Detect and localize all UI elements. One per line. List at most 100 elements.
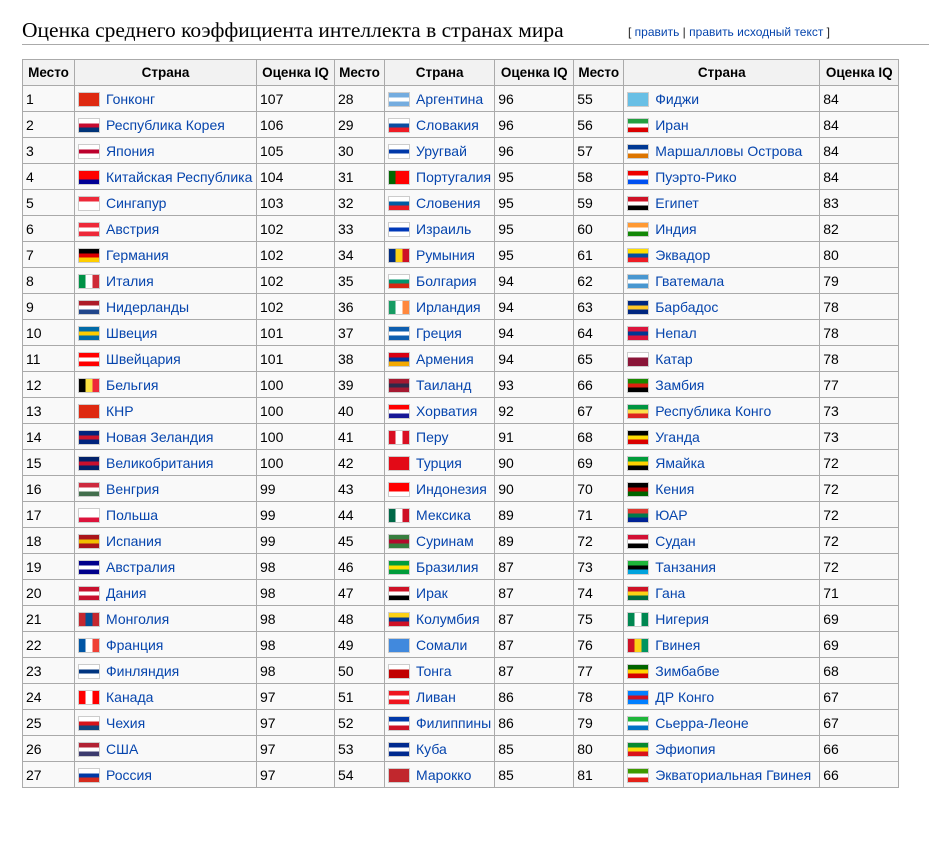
country-link[interactable]: Китайская Республика [106, 169, 252, 185]
cg-flag-icon[interactable] [627, 403, 650, 419]
country-link[interactable]: Барбадос [655, 299, 718, 315]
gn-flag-icon[interactable] [627, 637, 650, 653]
ug-flag-icon[interactable] [627, 429, 650, 445]
col-header-country[interactable]: Страна [74, 59, 257, 86]
country-link[interactable]: Бразилия [416, 559, 478, 575]
il-flag-icon[interactable] [388, 221, 410, 237]
th-flag-icon[interactable] [388, 377, 410, 393]
country-link[interactable]: Филиппины [416, 715, 491, 731]
pl-flag-icon[interactable] [78, 507, 100, 523]
ie-flag-icon[interactable] [388, 299, 410, 315]
so-flag-icon[interactable] [388, 637, 410, 653]
lb-flag-icon[interactable] [388, 689, 410, 705]
edit-source-link[interactable]: править исходный текст [689, 25, 823, 39]
country-link[interactable]: Перу [416, 429, 448, 445]
country-link[interactable]: Катар [655, 351, 692, 367]
country-link[interactable]: Египет [655, 195, 699, 211]
gb-flag-icon[interactable] [78, 455, 100, 471]
fj-flag-icon[interactable] [627, 91, 650, 107]
col-header-rank[interactable]: Место [334, 59, 385, 86]
country-link[interactable]: Гана [655, 585, 685, 601]
country-link[interactable]: Израиль [416, 221, 471, 237]
country-link[interactable]: Непал [655, 325, 696, 341]
id-flag-icon[interactable] [388, 481, 410, 497]
za-flag-icon[interactable] [627, 507, 650, 523]
country-link[interactable]: ЮАР [655, 507, 687, 523]
gh-flag-icon[interactable] [627, 585, 650, 601]
country-link[interactable]: Швеция [106, 325, 157, 341]
col-header-iq[interactable]: Оценка IQ [494, 59, 575, 86]
country-link[interactable]: Бельгия [106, 377, 158, 393]
gr-flag-icon[interactable] [388, 325, 410, 341]
country-link[interactable]: Индия [655, 221, 696, 237]
tr-flag-icon[interactable] [388, 455, 410, 471]
country-link[interactable]: Пуэрто-Рико [655, 169, 736, 185]
country-link[interactable]: Италия [106, 273, 154, 289]
ro-flag-icon[interactable] [388, 247, 410, 263]
iq-flag-icon[interactable] [388, 585, 410, 601]
country-link[interactable]: Нидерланды [106, 299, 189, 315]
country-link[interactable]: Кения [655, 481, 694, 497]
country-link[interactable]: Россия [106, 767, 152, 783]
country-link[interactable]: Германия [106, 247, 169, 263]
nl-flag-icon[interactable] [78, 299, 100, 315]
country-link[interactable]: Замбия [655, 377, 704, 393]
hr-flag-icon[interactable] [388, 403, 410, 419]
col-header-country[interactable]: Страна [383, 59, 496, 86]
eg-flag-icon[interactable] [627, 195, 650, 211]
country-link[interactable]: Канада [106, 689, 153, 705]
country-link[interactable]: Австрия [106, 221, 159, 237]
country-link[interactable]: Куба [416, 741, 447, 757]
gq-flag-icon[interactable] [627, 767, 650, 783]
bg-flag-icon[interactable] [388, 273, 410, 289]
country-link[interactable]: Эквадор [655, 247, 710, 263]
country-link[interactable]: Гвинея [655, 637, 700, 653]
col-header-iq[interactable]: Оценка IQ [256, 59, 335, 86]
country-link[interactable]: Гонконг [106, 91, 155, 107]
tw-flag-icon[interactable] [78, 169, 100, 185]
country-link[interactable]: Ливан [416, 689, 456, 705]
ca-flag-icon[interactable] [78, 689, 100, 705]
country-link[interactable]: Чехия [106, 715, 145, 731]
np-flag-icon[interactable] [627, 325, 650, 341]
country-link[interactable]: Ирландия [416, 299, 481, 315]
to-flag-icon[interactable] [388, 663, 410, 679]
country-link[interactable]: Гватемала [655, 273, 724, 289]
country-link[interactable]: Финляндия [106, 663, 179, 679]
country-link[interactable]: Армения [416, 351, 474, 367]
pr-flag-icon[interactable] [627, 169, 650, 185]
gt-flag-icon[interactable] [627, 273, 650, 289]
country-link[interactable]: Великобритания [106, 455, 214, 471]
country-link[interactable]: Греция [416, 325, 462, 341]
country-link[interactable]: Болгария [416, 273, 477, 289]
country-link[interactable]: Таиланд [416, 377, 471, 393]
jp-flag-icon[interactable] [78, 143, 100, 159]
country-link[interactable]: Марокко [416, 767, 471, 783]
au-flag-icon[interactable] [78, 559, 100, 575]
us-flag-icon[interactable] [78, 741, 100, 757]
country-link[interactable]: Сомали [416, 637, 467, 653]
br-flag-icon[interactable] [388, 559, 410, 575]
country-link[interactable]: Новая Зеландия [106, 429, 213, 445]
ec-flag-icon[interactable] [627, 247, 650, 263]
mh-flag-icon[interactable] [627, 143, 650, 159]
qa-flag-icon[interactable] [627, 351, 650, 367]
dk-flag-icon[interactable] [78, 585, 100, 601]
sd-flag-icon[interactable] [627, 533, 650, 549]
country-link[interactable]: Швейцария [106, 351, 181, 367]
cn-flag-icon[interactable] [78, 403, 100, 419]
kr-flag-icon[interactable] [78, 117, 100, 133]
country-link[interactable]: Республика Корея [106, 117, 225, 133]
bb-flag-icon[interactable] [627, 299, 650, 315]
country-link[interactable]: КНР [106, 403, 134, 419]
country-link[interactable]: Экваториальная Гвинея [655, 767, 811, 783]
country-link[interactable]: Республика Конго [655, 403, 771, 419]
zw-flag-icon[interactable] [627, 663, 650, 679]
country-link[interactable]: Иран [655, 117, 688, 133]
ph-flag-icon[interactable] [388, 715, 410, 731]
fi-flag-icon[interactable] [78, 663, 100, 679]
country-link[interactable]: Турция [416, 455, 462, 471]
country-link[interactable]: Суринам [416, 533, 474, 549]
country-link[interactable]: Ирак [416, 585, 448, 601]
mx-flag-icon[interactable] [388, 507, 410, 523]
